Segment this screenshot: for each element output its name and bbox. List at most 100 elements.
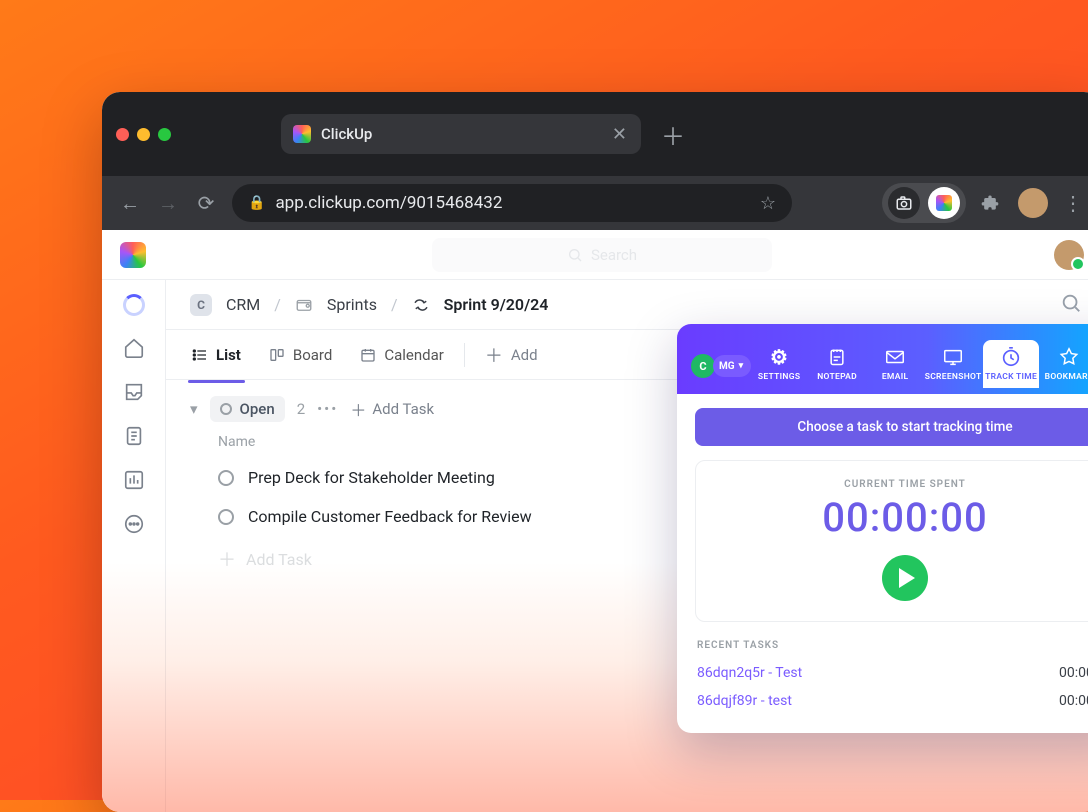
- timer-card: CURRENT TIME SPENT 00:00:00: [695, 460, 1088, 622]
- more-icon[interactable]: [122, 512, 146, 536]
- search-placeholder: Search: [591, 246, 637, 264]
- add-view-button[interactable]: ＋ Add: [473, 334, 550, 376]
- breadcrumb: C CRM / Sprints / Sprint 9/20/24: [166, 280, 1088, 330]
- extension-popup: C MG ⚙ SETTINGS NOTEPAD EMAIL SC: [677, 324, 1088, 733]
- view-search-icon[interactable]: [1060, 292, 1086, 318]
- stopwatch-icon: [1000, 346, 1022, 368]
- task-name: Prep Deck for Stakeholder Meeting: [248, 468, 495, 487]
- folder-icon: [295, 296, 313, 314]
- status-dot-icon: [220, 403, 232, 415]
- extension-group: [882, 183, 966, 223]
- recent-task-duration: 00:00:05: [1059, 693, 1088, 709]
- recent-task-name[interactable]: 86dqjf89r - test: [697, 693, 792, 709]
- breadcrumb-sep: /: [391, 295, 398, 314]
- start-timer-button[interactable]: [882, 555, 928, 601]
- new-tab-button[interactable]: ＋: [661, 117, 685, 152]
- profile-avatar[interactable]: [1018, 188, 1048, 218]
- bookmark-star-icon[interactable]: ☆: [760, 193, 776, 214]
- recent-task-row[interactable]: 86dqjf89r - test 00:00:05: [695, 687, 1088, 715]
- current-time-label: CURRENT TIME SPENT: [706, 479, 1088, 490]
- sprint-icon: [412, 296, 430, 314]
- plus-icon: ＋: [218, 546, 236, 572]
- lock-icon: 🔒: [248, 195, 265, 211]
- app-header: Search: [102, 230, 1088, 280]
- inbox-icon[interactable]: [122, 380, 146, 404]
- docs-icon[interactable]: [122, 424, 146, 448]
- list-icon: [192, 347, 208, 363]
- maximize-window-icon[interactable]: [158, 128, 171, 141]
- home-icon[interactable]: [122, 336, 146, 360]
- breadcrumb-list[interactable]: Sprint 9/20/24: [444, 295, 549, 314]
- minimize-window-icon[interactable]: [137, 128, 150, 141]
- clickup-extension-icon[interactable]: [928, 187, 960, 219]
- tab-label: Board: [293, 346, 332, 364]
- tab-label: NOTEPAD: [817, 372, 857, 382]
- tab-list[interactable]: List: [180, 338, 253, 372]
- global-search[interactable]: Search: [432, 238, 772, 272]
- popup-tab-bookmark[interactable]: BOOKMARK: [1041, 340, 1088, 388]
- collapse-icon[interactable]: ▾: [190, 400, 198, 418]
- tab-label: SCREENSHOT: [925, 372, 982, 382]
- tab-label: TRACK TIME: [985, 372, 1037, 382]
- tab-label: Calendar: [384, 346, 444, 364]
- breadcrumb-folder[interactable]: Sprints: [327, 295, 377, 314]
- recent-task-duration: 00:00:02: [1059, 665, 1088, 681]
- tab-label: EMAIL: [882, 372, 909, 382]
- reload-button[interactable]: ⟳: [194, 191, 218, 215]
- browser-window: ClickUp ✕ ＋ ← → ⟳ 🔒 app.clickup.com/9015…: [102, 92, 1088, 812]
- choose-task-label: Choose a task to start tracking time: [797, 419, 1012, 435]
- breadcrumb-sep: /: [274, 295, 281, 314]
- browser-menu-icon[interactable]: ⋮: [1062, 191, 1086, 215]
- back-button[interactable]: ←: [118, 191, 142, 216]
- dashboards-icon[interactable]: [122, 468, 146, 492]
- add-task-inline-button[interactable]: ＋ Add Task: [350, 397, 434, 421]
- status-circle-icon[interactable]: [218, 509, 234, 525]
- divider: [464, 343, 465, 367]
- recent-task-row[interactable]: 86dqn2q5r - Test 00:00:02: [695, 659, 1088, 687]
- group-more-icon[interactable]: •••: [317, 400, 338, 418]
- tab-board[interactable]: Board: [257, 338, 344, 372]
- address-bar[interactable]: 🔒 app.clickup.com/9015468432 ☆: [232, 184, 792, 222]
- workspace-badge-secondary: MG: [713, 355, 751, 377]
- add-task-label: Add Task: [246, 550, 312, 569]
- task-name: Compile Customer Feedback for Review: [248, 507, 532, 526]
- popup-header: C MG ⚙ SETTINGS NOTEPAD EMAIL SC: [677, 324, 1088, 394]
- status-chip[interactable]: Open: [210, 396, 285, 422]
- tab-label: BOOKMARK: [1045, 372, 1088, 382]
- browser-tab[interactable]: ClickUp ✕: [281, 114, 641, 154]
- workspace-switcher[interactable]: C MG: [685, 354, 751, 388]
- url-text: app.clickup.com/9015468432: [275, 193, 502, 213]
- forward-button[interactable]: →: [156, 191, 180, 216]
- popup-tab-notepad[interactable]: NOTEPAD: [809, 340, 865, 388]
- breadcrumb-space[interactable]: CRM: [226, 295, 260, 314]
- task-count: 2: [297, 400, 305, 418]
- plus-icon: ＋: [350, 397, 366, 421]
- popup-tab-email[interactable]: EMAIL: [867, 340, 923, 388]
- extensions-icon[interactable]: [980, 193, 1004, 213]
- left-rail: [102, 280, 166, 812]
- recent-tasks-header: RECENT TASKS: [697, 640, 1088, 651]
- recent-task-name[interactable]: 86dqn2q5r - Test: [697, 665, 802, 681]
- plus-icon: ＋: [485, 342, 503, 368]
- clickup-favicon-icon: [293, 125, 311, 143]
- popup-tab-screenshot[interactable]: SCREENSHOT: [925, 340, 981, 388]
- gear-icon: ⚙: [770, 346, 788, 368]
- board-icon: [269, 347, 285, 363]
- star-icon: [1058, 346, 1080, 368]
- choose-task-button[interactable]: Choose a task to start tracking time: [695, 408, 1088, 446]
- clickup-logo-icon[interactable]: [120, 242, 146, 268]
- popup-tab-track-time[interactable]: TRACK TIME: [983, 340, 1039, 388]
- close-window-icon[interactable]: [116, 128, 129, 141]
- workspace-badge: C: [691, 354, 715, 378]
- popup-tab-settings[interactable]: ⚙ SETTINGS: [751, 340, 807, 388]
- browser-titlebar: ClickUp ✕ ＋: [102, 92, 1088, 176]
- loading-spinner-icon: [123, 294, 145, 316]
- browser-toolbar: ← → ⟳ 🔒 app.clickup.com/9015468432 ☆ ⋮: [102, 176, 1088, 230]
- tab-calendar[interactable]: Calendar: [348, 338, 456, 372]
- status-circle-icon[interactable]: [218, 470, 234, 486]
- user-avatar[interactable]: [1054, 240, 1084, 270]
- close-tab-icon[interactable]: ✕: [612, 124, 627, 145]
- tab-label: List: [216, 346, 241, 364]
- camera-extension-icon[interactable]: [888, 187, 920, 219]
- space-badge[interactable]: C: [190, 294, 212, 316]
